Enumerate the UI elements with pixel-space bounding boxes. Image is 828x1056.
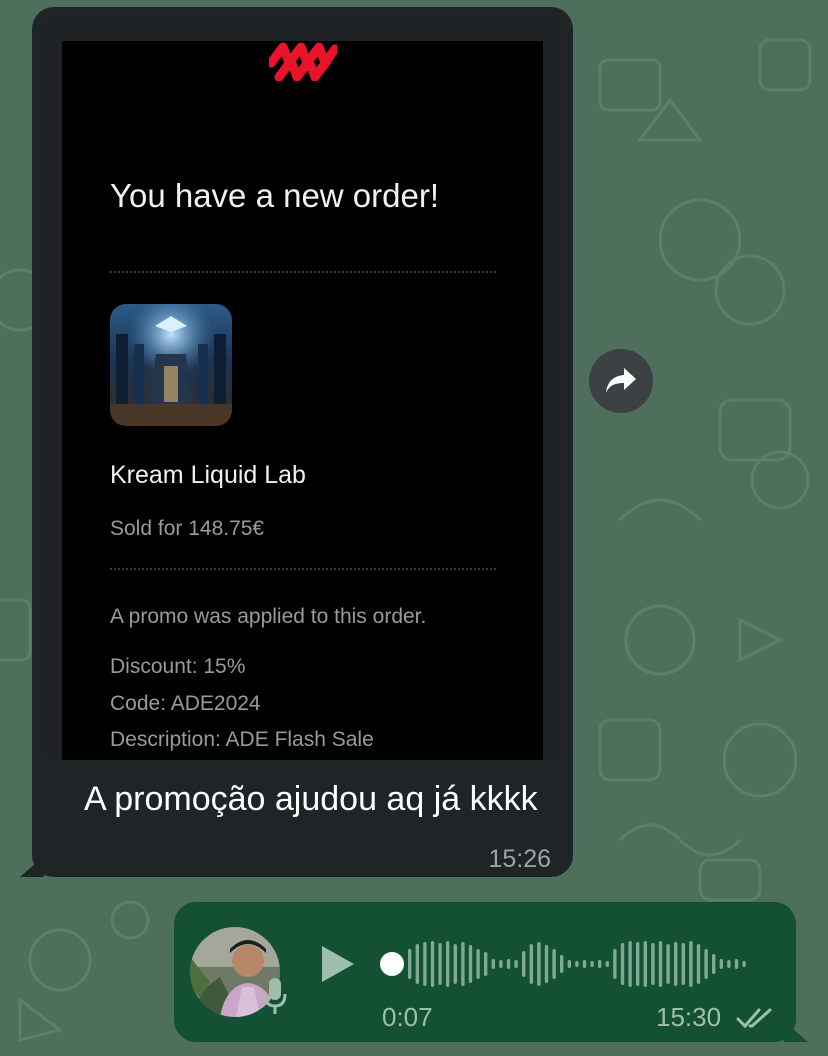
product-thumbnail — [110, 304, 232, 426]
waveform-bar — [643, 941, 647, 987]
forward-arrow-icon — [606, 368, 636, 393]
waveform-bar — [636, 942, 640, 986]
waveform-bar — [560, 955, 564, 973]
product-name: Kream Liquid Lab — [110, 461, 306, 489]
play-icon[interactable] — [318, 942, 358, 986]
waveform-bar — [582, 960, 587, 968]
brand-logo-icon — [269, 42, 337, 81]
email-content: You have a new order! Kream Liquid Lab S… — [62, 41, 543, 760]
waveform-bar — [430, 941, 435, 987]
waveform-bar — [696, 944, 701, 984]
waveform-bar — [423, 942, 427, 986]
waveform-bar — [719, 959, 723, 969]
waveform-bar — [681, 943, 685, 985]
waveform-bar — [727, 960, 731, 968]
waveform-bar — [666, 944, 670, 984]
waveform-bar — [689, 941, 693, 987]
waveform-bar — [438, 943, 442, 985]
waveform-bar — [491, 959, 495, 969]
waveform-bar — [446, 941, 450, 987]
waveform-bar — [544, 945, 549, 983]
promo-description-line: Description: ADE Flash Sale — [110, 728, 374, 751]
waveform-bar — [620, 943, 625, 985]
waveform-bar — [529, 944, 533, 984]
voice-waveform[interactable] — [380, 934, 760, 994]
waveform-bar — [613, 949, 617, 979]
waveform-bar — [468, 945, 473, 983]
incoming-message-bubble[interactable]: You have a new order! Kream Liquid Lab S… — [32, 7, 573, 877]
sold-price: Sold for 148.75€ — [110, 517, 265, 540]
email-divider — [110, 271, 496, 273]
voice-message-bubble[interactable]: 0:07 15:30 — [174, 902, 796, 1042]
waveform-bar — [522, 951, 526, 977]
email-screenshot-image[interactable]: You have a new order! Kream Liquid Lab S… — [40, 15, 565, 760]
email-heading: You have a new order! — [110, 177, 440, 214]
waveform-bar — [537, 942, 541, 986]
waveform-bar — [628, 941, 632, 987]
microphone-icon — [263, 978, 287, 1014]
waveform-bar — [499, 960, 503, 968]
waveform-bar — [453, 944, 457, 984]
waveform-bar — [658, 941, 663, 987]
waveform-bar — [461, 942, 465, 986]
waveform-bar — [590, 961, 594, 967]
waveform-bar — [567, 960, 571, 968]
waveform-bar — [598, 960, 602, 968]
voice-duration: 0:07 — [382, 1002, 433, 1032]
waveform-bar — [484, 952, 488, 976]
waveform-bar — [552, 949, 556, 979]
waveform-bar — [734, 959, 739, 969]
double-check-icon — [736, 1008, 772, 1029]
waveform-bar — [506, 959, 511, 969]
promo-code-line: Code: ADE2024 — [110, 692, 261, 715]
promo-note: A promo was applied to this order. — [110, 605, 427, 628]
discount-line: Discount: 15% — [110, 655, 246, 678]
waveform-bar — [575, 961, 579, 967]
email-divider — [110, 568, 496, 570]
forward-button[interactable] — [589, 349, 653, 413]
message-timestamp: 15:30 — [656, 1002, 722, 1032]
waveform-bar — [476, 949, 480, 979]
waveform-bar — [651, 943, 655, 985]
waveform-bar — [514, 960, 518, 968]
waveform-bar — [742, 961, 746, 967]
waveform-bar — [408, 949, 412, 979]
waveform-bar — [605, 961, 609, 967]
waveform-bar — [674, 942, 678, 986]
message-caption: A promoção ajudou aq já kkkk — [84, 780, 538, 818]
waveform-bar — [712, 954, 716, 974]
waveform-bar — [415, 944, 419, 984]
waveform-bar — [704, 949, 708, 979]
message-timestamp: 15:26 — [488, 845, 551, 873]
